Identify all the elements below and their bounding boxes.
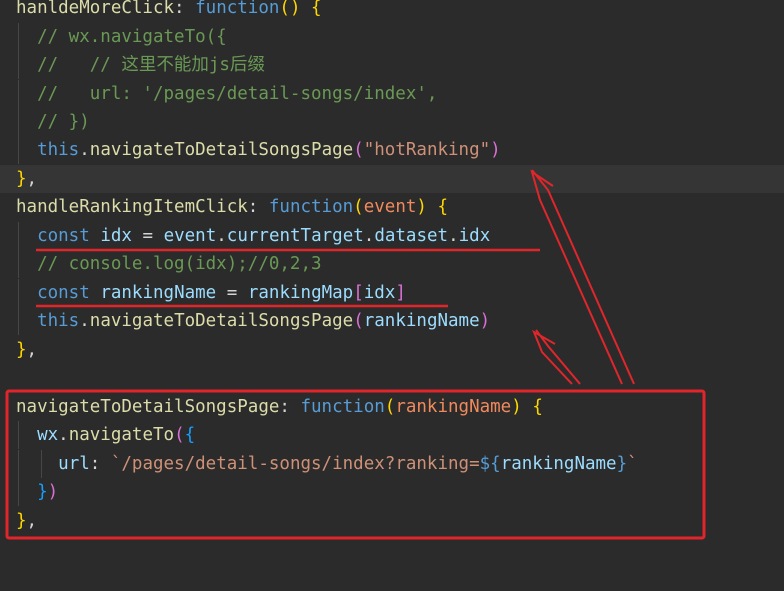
code-line: this.navigateToDetailSongsPage("hotRanki… — [0, 136, 784, 164]
code-line: // wx.navigateTo({ — [0, 23, 784, 51]
code-line: }) — [0, 478, 784, 506]
code-line: url: `/pages/detail-songs/index?ranking=… — [0, 450, 784, 478]
code-line: }, — [16, 511, 38, 531]
code-line: handleRankingItemClick: function(event) … — [16, 197, 449, 217]
code-line: // url: '/pages/detail-songs/index', — [0, 80, 784, 108]
code-line: navigateToDetailSongsPage: function(rank… — [16, 397, 543, 417]
code-line: hanldeMoreClick: function() { — [16, 0, 322, 18]
code-line-current: }, — [0, 165, 784, 193]
code-line: }, — [16, 340, 38, 360]
code-line: wx.navigateTo({ — [0, 421, 784, 449]
code-line: const idx = event.currentTarget.dataset.… — [0, 222, 784, 250]
code-line: this.navigateToDetailSongsPage(rankingNa… — [0, 307, 784, 335]
code-line: // }) — [0, 108, 784, 136]
code-line: // console.log(idx);//0,2,3 — [0, 250, 784, 278]
code-line: // // 这里不能加js后缀 — [0, 51, 784, 79]
code-editor[interactable]: hanldeMoreClick: function() { // wx.navi… — [0, 0, 784, 566]
code-line: const rankingName = rankingMap[idx] — [0, 279, 784, 307]
